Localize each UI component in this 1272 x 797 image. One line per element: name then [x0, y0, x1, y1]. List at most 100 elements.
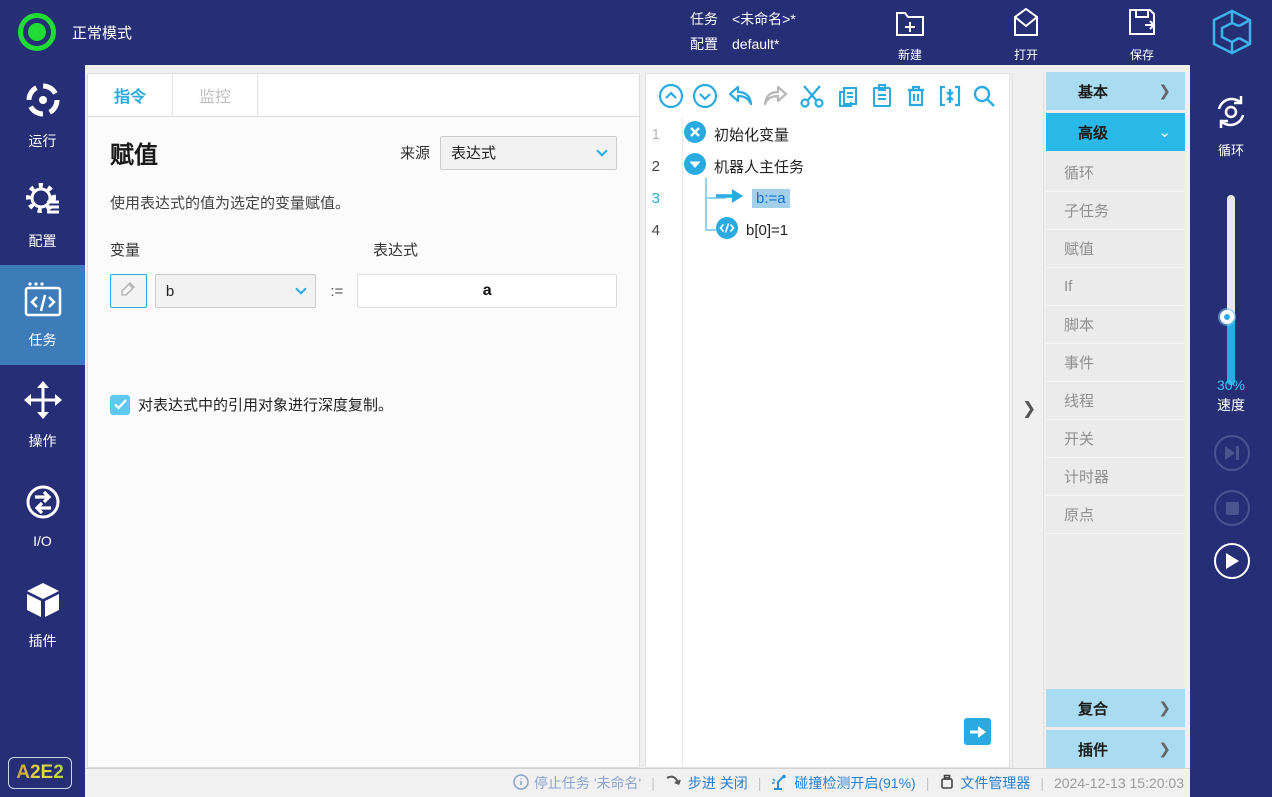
open-button[interactable]: 打开	[986, 5, 1066, 63]
file-manager-link[interactable]: 文件管理器	[960, 773, 1030, 793]
loop-mode-button[interactable]: 循环	[1190, 93, 1272, 159]
assignment-form-panel: 赋值 来源 表达式 使用表达式的值为选定的变量赋值。 变量 表达式 b := a	[87, 117, 640, 768]
collision-icon	[771, 773, 789, 794]
category-item-switch[interactable]: 开关	[1046, 420, 1185, 458]
expand-panel-chevron-icon[interactable]: ❯	[1022, 399, 1036, 419]
chevron-right-icon: ❯	[1158, 741, 1171, 758]
sidebar-item-io[interactable]: I/O	[0, 465, 85, 565]
category-item-assignment[interactable]: 赋值	[1046, 230, 1185, 268]
redo-icon[interactable]	[762, 83, 790, 109]
tab-monitor[interactable]: 监控	[173, 74, 258, 116]
chevron-right-icon: ❯	[1158, 83, 1171, 100]
task-code-icon	[22, 281, 64, 324]
sidebar-item-run[interactable]: 运行	[0, 65, 85, 165]
stop-task-status[interactable]: 停止任务 '未命名'	[534, 773, 641, 793]
move-down-icon[interactable]	[692, 83, 718, 109]
speed-label: 速度	[1217, 397, 1245, 413]
assign-symbol: :=	[330, 282, 344, 300]
move-arrows-icon	[23, 380, 63, 425]
form-description: 使用表达式的值为选定的变量赋值。	[110, 195, 351, 212]
deep-copy-checkbox[interactable]	[110, 394, 130, 415]
step-forward-button[interactable]	[1214, 435, 1250, 471]
tree-row[interactable]: 2 机器人主任务	[646, 150, 1009, 182]
category-plugin[interactable]: 插件 ❯	[1046, 730, 1185, 768]
step-mode-icon	[665, 774, 683, 793]
chevron-down-icon: ⌄	[1158, 124, 1171, 141]
sidebar-item-config[interactable]: 配置	[0, 165, 85, 265]
right-sidebar: 循环 30% 速度	[1190, 65, 1272, 797]
next-step-button[interactable]	[964, 718, 991, 745]
tree-row-selected[interactable]: 3 b:=a	[646, 182, 1009, 214]
speed-slider[interactable]	[1220, 195, 1235, 385]
category-item-event[interactable]: 事件	[1046, 344, 1185, 382]
tree-row[interactable]: 4 b[0]=1	[646, 214, 1009, 246]
save-button[interactable]: 保存	[1102, 5, 1182, 63]
save-icon	[1125, 5, 1159, 44]
chevron-right-icon: ❯	[1158, 700, 1171, 717]
script-icon	[716, 217, 738, 243]
info-icon	[513, 773, 529, 793]
category-basic[interactable]: 基本 ❯	[1046, 72, 1185, 110]
sidebar-item-operate[interactable]: 操作	[0, 365, 85, 465]
move-up-icon[interactable]	[658, 83, 684, 109]
search-icon[interactable]	[971, 83, 997, 109]
step-mode-status[interactable]: 步进 关闭	[688, 773, 748, 793]
chevron-down-icon	[596, 144, 608, 157]
status-badge: A2E2	[8, 757, 72, 789]
category-composite[interactable]: 复合 ❯	[1046, 689, 1185, 727]
mode-indicator-icon	[18, 13, 56, 51]
config-name: default*	[732, 36, 780, 52]
loop-icon	[1212, 93, 1250, 136]
task-name: <未命名>*	[732, 11, 796, 27]
app-logo-icon	[1206, 6, 1258, 63]
expression-label: 表达式	[373, 242, 419, 259]
copy-icon[interactable]	[835, 83, 861, 109]
category-item-subtask[interactable]: 子任务	[1046, 192, 1185, 230]
category-item-script[interactable]: 脚本	[1046, 306, 1185, 344]
cut-icon[interactable]	[798, 83, 826, 109]
pencil-icon	[119, 280, 137, 303]
new-button[interactable]: 新建	[870, 5, 950, 63]
clock-timestamp: 2024-12-13 15:20:03	[1054, 775, 1184, 791]
deep-copy-label: 对表达式中的引用对象进行深度复制。	[138, 397, 394, 414]
category-item-origin[interactable]: 原点	[1046, 496, 1185, 534]
category-item-timer[interactable]: 计时器	[1046, 458, 1185, 496]
category-item-loop[interactable]: 循环	[1046, 154, 1185, 192]
open-file-icon	[1009, 5, 1043, 44]
paste-icon[interactable]	[869, 83, 895, 109]
tab-instruction[interactable]: 指令	[88, 74, 173, 116]
collapse-icon[interactable]	[937, 83, 963, 109]
variable-select[interactable]: b	[154, 274, 317, 308]
init-variable-icon	[684, 121, 706, 147]
status-bar: 停止任务 '未命名' | 步进 关闭 | 碰撞检测开启(91%) | 文件管理器…	[85, 768, 1190, 797]
undo-icon[interactable]	[726, 83, 754, 109]
tree-toolbar	[646, 74, 1009, 118]
sidebar-item-task[interactable]: 任务	[0, 265, 85, 365]
tree-row[interactable]: 1 初始化变量	[646, 118, 1009, 150]
source-select[interactable]: 表达式	[440, 135, 617, 170]
speed-value: 30%	[1216, 377, 1246, 393]
gear-icon	[23, 180, 63, 225]
page-title: 赋值	[110, 142, 158, 169]
top-bar: 正常模式 任务 <未命名>* 配置 default* 新建 打开 保存	[0, 0, 1272, 65]
task-label: 任务	[690, 11, 718, 27]
main-task-icon	[684, 153, 706, 179]
sidebar-item-plugin[interactable]: 插件	[0, 565, 85, 665]
chevron-down-icon	[295, 283, 308, 295]
stop-button[interactable]	[1214, 490, 1250, 526]
form-tabbar: 指令 监控	[87, 73, 640, 117]
source-label: 来源	[399, 145, 430, 162]
expression-input[interactable]: a	[357, 274, 617, 308]
mode-label: 正常模式	[72, 24, 133, 42]
play-button[interactable]	[1214, 543, 1250, 579]
slider-thumb[interactable]	[1220, 310, 1234, 324]
category-item-thread[interactable]: 线程	[1046, 382, 1185, 420]
variable-label: 变量	[110, 242, 141, 259]
collision-status[interactable]: 碰撞检测开启(91%)	[794, 773, 915, 793]
config-label: 配置	[690, 36, 718, 52]
program-tree-panel: 1 初始化变量 2 机器人主任务 3 b:=a 4 b[0]=1	[645, 73, 1010, 768]
delete-icon[interactable]	[903, 83, 929, 109]
edit-variable-button[interactable]	[110, 274, 147, 308]
category-advanced[interactable]: 高级 ⌄	[1046, 113, 1185, 151]
category-item-if[interactable]: If	[1046, 268, 1185, 306]
